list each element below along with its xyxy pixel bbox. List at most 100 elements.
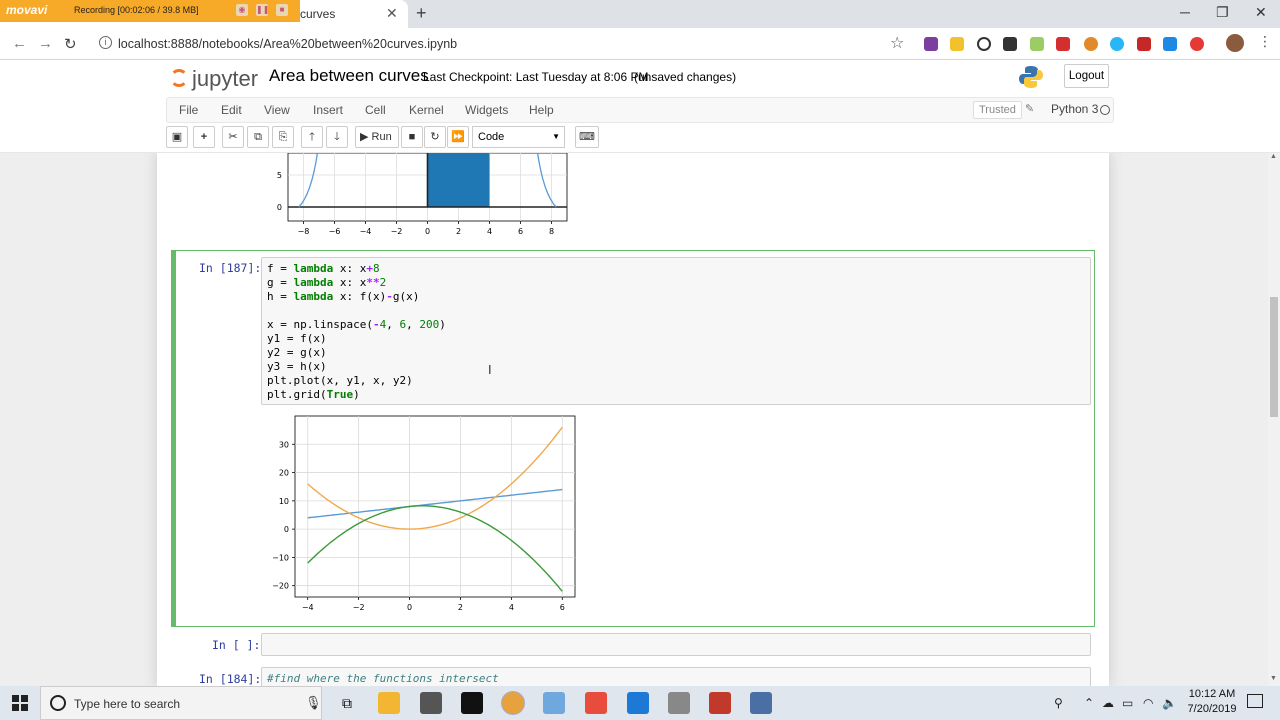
page-scrollbar[interactable]: ▲ ▼ xyxy=(1268,153,1280,686)
chrome-extension-icon[interactable] xyxy=(1190,37,1204,51)
settings-app-icon[interactable] xyxy=(585,692,607,714)
extension-icon[interactable] xyxy=(924,37,938,51)
copy-icon[interactable]: ⧉ xyxy=(247,126,269,148)
stop-icon[interactable]: ■ xyxy=(276,4,288,16)
empty-code-editor[interactable] xyxy=(261,633,1091,656)
url-field[interactable]: localhost:8888/notebooks/Area%20between%… xyxy=(118,37,457,51)
kernel-idle-indicator-icon xyxy=(1100,105,1110,115)
tab-close-icon[interactable]: ✕ xyxy=(386,5,398,22)
taskbar-search[interactable]: Type here to search 🎙 xyxy=(40,686,322,720)
cortana-icon xyxy=(50,695,66,711)
screenshot-icon[interactable]: ◉ xyxy=(236,4,248,16)
code-token: - xyxy=(386,290,393,303)
restart-icon[interactable]: ↻ xyxy=(424,126,446,148)
winrar-icon[interactable] xyxy=(709,692,731,714)
move-up-icon[interactable]: 🡑 xyxy=(301,126,323,148)
forward-icon[interactable]: → xyxy=(38,35,53,52)
jupyter-logo[interactable]: jupyter xyxy=(168,66,258,94)
x-tick-label: 6 xyxy=(518,227,523,236)
onedrive-icon[interactable]: ☁ xyxy=(1102,696,1114,710)
file-explorer-icon[interactable] xyxy=(378,692,400,714)
extension-icon[interactable] xyxy=(1163,37,1177,51)
command-palette-keyboard-icon[interactable]: ⌨ xyxy=(575,126,599,148)
pause-icon[interactable]: ❚❚ xyxy=(256,4,269,16)
off-extension-icon[interactable] xyxy=(1003,37,1017,51)
task-view-icon[interactable]: ⧉ xyxy=(336,692,358,714)
logout-button[interactable]: Logout xyxy=(1064,64,1109,88)
code-line: h = lambda x: f(x)-g(x) xyxy=(267,290,1085,304)
extension-icon[interactable] xyxy=(1056,37,1070,51)
menu-file[interactable]: File xyxy=(179,103,198,117)
menu-widgets[interactable]: Widgets xyxy=(465,103,508,117)
ublock-extension-icon[interactable] xyxy=(1137,37,1151,51)
restore-icon[interactable]: ❐ xyxy=(1216,4,1229,21)
chrome-icon[interactable] xyxy=(502,692,524,714)
menu-view[interactable]: View xyxy=(264,103,290,117)
menu-help[interactable]: Help xyxy=(529,103,554,117)
extension-icon[interactable] xyxy=(950,37,964,51)
restart-run-all-icon[interactable]: ⏩ xyxy=(447,126,469,148)
x-tick-label: 0 xyxy=(425,227,430,236)
app-icon[interactable] xyxy=(543,692,565,714)
extension-icon[interactable] xyxy=(1110,37,1124,51)
menu-insert[interactable]: Insert xyxy=(313,103,343,117)
block-extension-icon[interactable] xyxy=(977,37,991,51)
code-line: plt.grid(True) xyxy=(267,388,1085,402)
notebook-scroll-area[interactable]: −8 −6 −4 −2 0 2 4 6 8 5 0 In [187]: f = lambda x: … xyxy=(0,153,1268,686)
app-icon[interactable] xyxy=(668,692,690,714)
js-extension-icon[interactable] xyxy=(1030,37,1044,51)
cookie-extension-icon[interactable] xyxy=(1084,37,1098,51)
mail-icon[interactable] xyxy=(420,692,442,714)
code-token: 2 xyxy=(379,276,387,289)
window-close-icon[interactable]: ✕ xyxy=(1255,4,1267,21)
trusted-indicator[interactable]: Trusted xyxy=(973,101,1022,119)
scroll-up-icon[interactable]: ▲ xyxy=(1270,153,1277,160)
code-token: + xyxy=(366,262,373,275)
run-button[interactable]: ▶︎ Run xyxy=(355,126,399,148)
microphone-icon[interactable]: 🎙 xyxy=(305,695,322,711)
back-icon[interactable]: ← xyxy=(12,35,27,52)
cell-type-select[interactable]: Code ▼ xyxy=(472,126,565,148)
code-token: , xyxy=(406,318,420,331)
menu-kernel[interactable]: Kernel xyxy=(409,103,444,117)
volume-icon[interactable]: 🔈 xyxy=(1162,696,1177,710)
y-tick-label: −10 xyxy=(272,553,289,562)
tray-chevron-up-icon[interactable]: ⌃ xyxy=(1084,696,1094,710)
browser-menu-icon[interactable]: ⋮ xyxy=(1258,33,1272,50)
menu-cell[interactable]: Cell xyxy=(365,103,386,117)
cell-type-value: Code xyxy=(478,131,505,143)
site-info-icon[interactable]: i xyxy=(99,36,112,49)
reload-icon[interactable]: ↻ xyxy=(64,35,77,53)
people-icon[interactable]: ⚲ xyxy=(1054,696,1063,710)
clock-date[interactable]: 7/20/2019 xyxy=(1184,703,1240,715)
code-token: lambda xyxy=(293,290,334,303)
scroll-down-icon[interactable]: ▼ xyxy=(1270,675,1277,682)
wifi-icon[interactable]: ◠ xyxy=(1143,696,1153,710)
vscode-icon[interactable] xyxy=(627,692,649,714)
windows-start-icon[interactable] xyxy=(12,695,28,711)
cut-icon[interactable]: ✂ xyxy=(222,126,244,148)
code-line: y3 = h(x) xyxy=(267,360,327,373)
move-down-icon[interactable]: 🡓 xyxy=(326,126,348,148)
insert-cell-below-icon[interactable]: + xyxy=(193,126,215,148)
code-editor[interactable]: f = lambda x: x+8 g = lambda x: x**2 h =… xyxy=(261,257,1091,405)
minimize-icon[interactable]: ─ xyxy=(1180,4,1190,20)
new-tab-icon[interactable]: + xyxy=(416,3,427,24)
notifications-icon[interactable] xyxy=(1247,694,1263,708)
scrollbar-thumb[interactable] xyxy=(1270,297,1278,417)
bookmark-star-icon[interactable]: ☆ xyxy=(890,33,904,53)
app-icon[interactable] xyxy=(750,692,772,714)
terminal-icon[interactable] xyxy=(461,692,483,714)
notebook-name[interactable]: Area between curves xyxy=(269,66,429,86)
checkpoint-status: Last Checkpoint: Last Tuesday at 8:06 PM xyxy=(423,70,649,84)
x-tick-label: −6 xyxy=(329,227,341,236)
paste-icon[interactable]: ⎘ xyxy=(272,126,294,148)
clock-time[interactable]: 10:12 AM xyxy=(1186,688,1238,700)
code-editor[interactable]: #find where the functions intersect xyxy=(261,667,1091,686)
menu-edit[interactable]: Edit xyxy=(221,103,242,117)
profile-avatar[interactable] xyxy=(1226,34,1244,52)
interrupt-icon[interactable]: ■ xyxy=(401,126,423,148)
x-tick-label: 4 xyxy=(487,227,492,236)
save-icon[interactable]: ▣ xyxy=(166,126,188,148)
battery-icon[interactable]: ▭ xyxy=(1122,696,1133,710)
